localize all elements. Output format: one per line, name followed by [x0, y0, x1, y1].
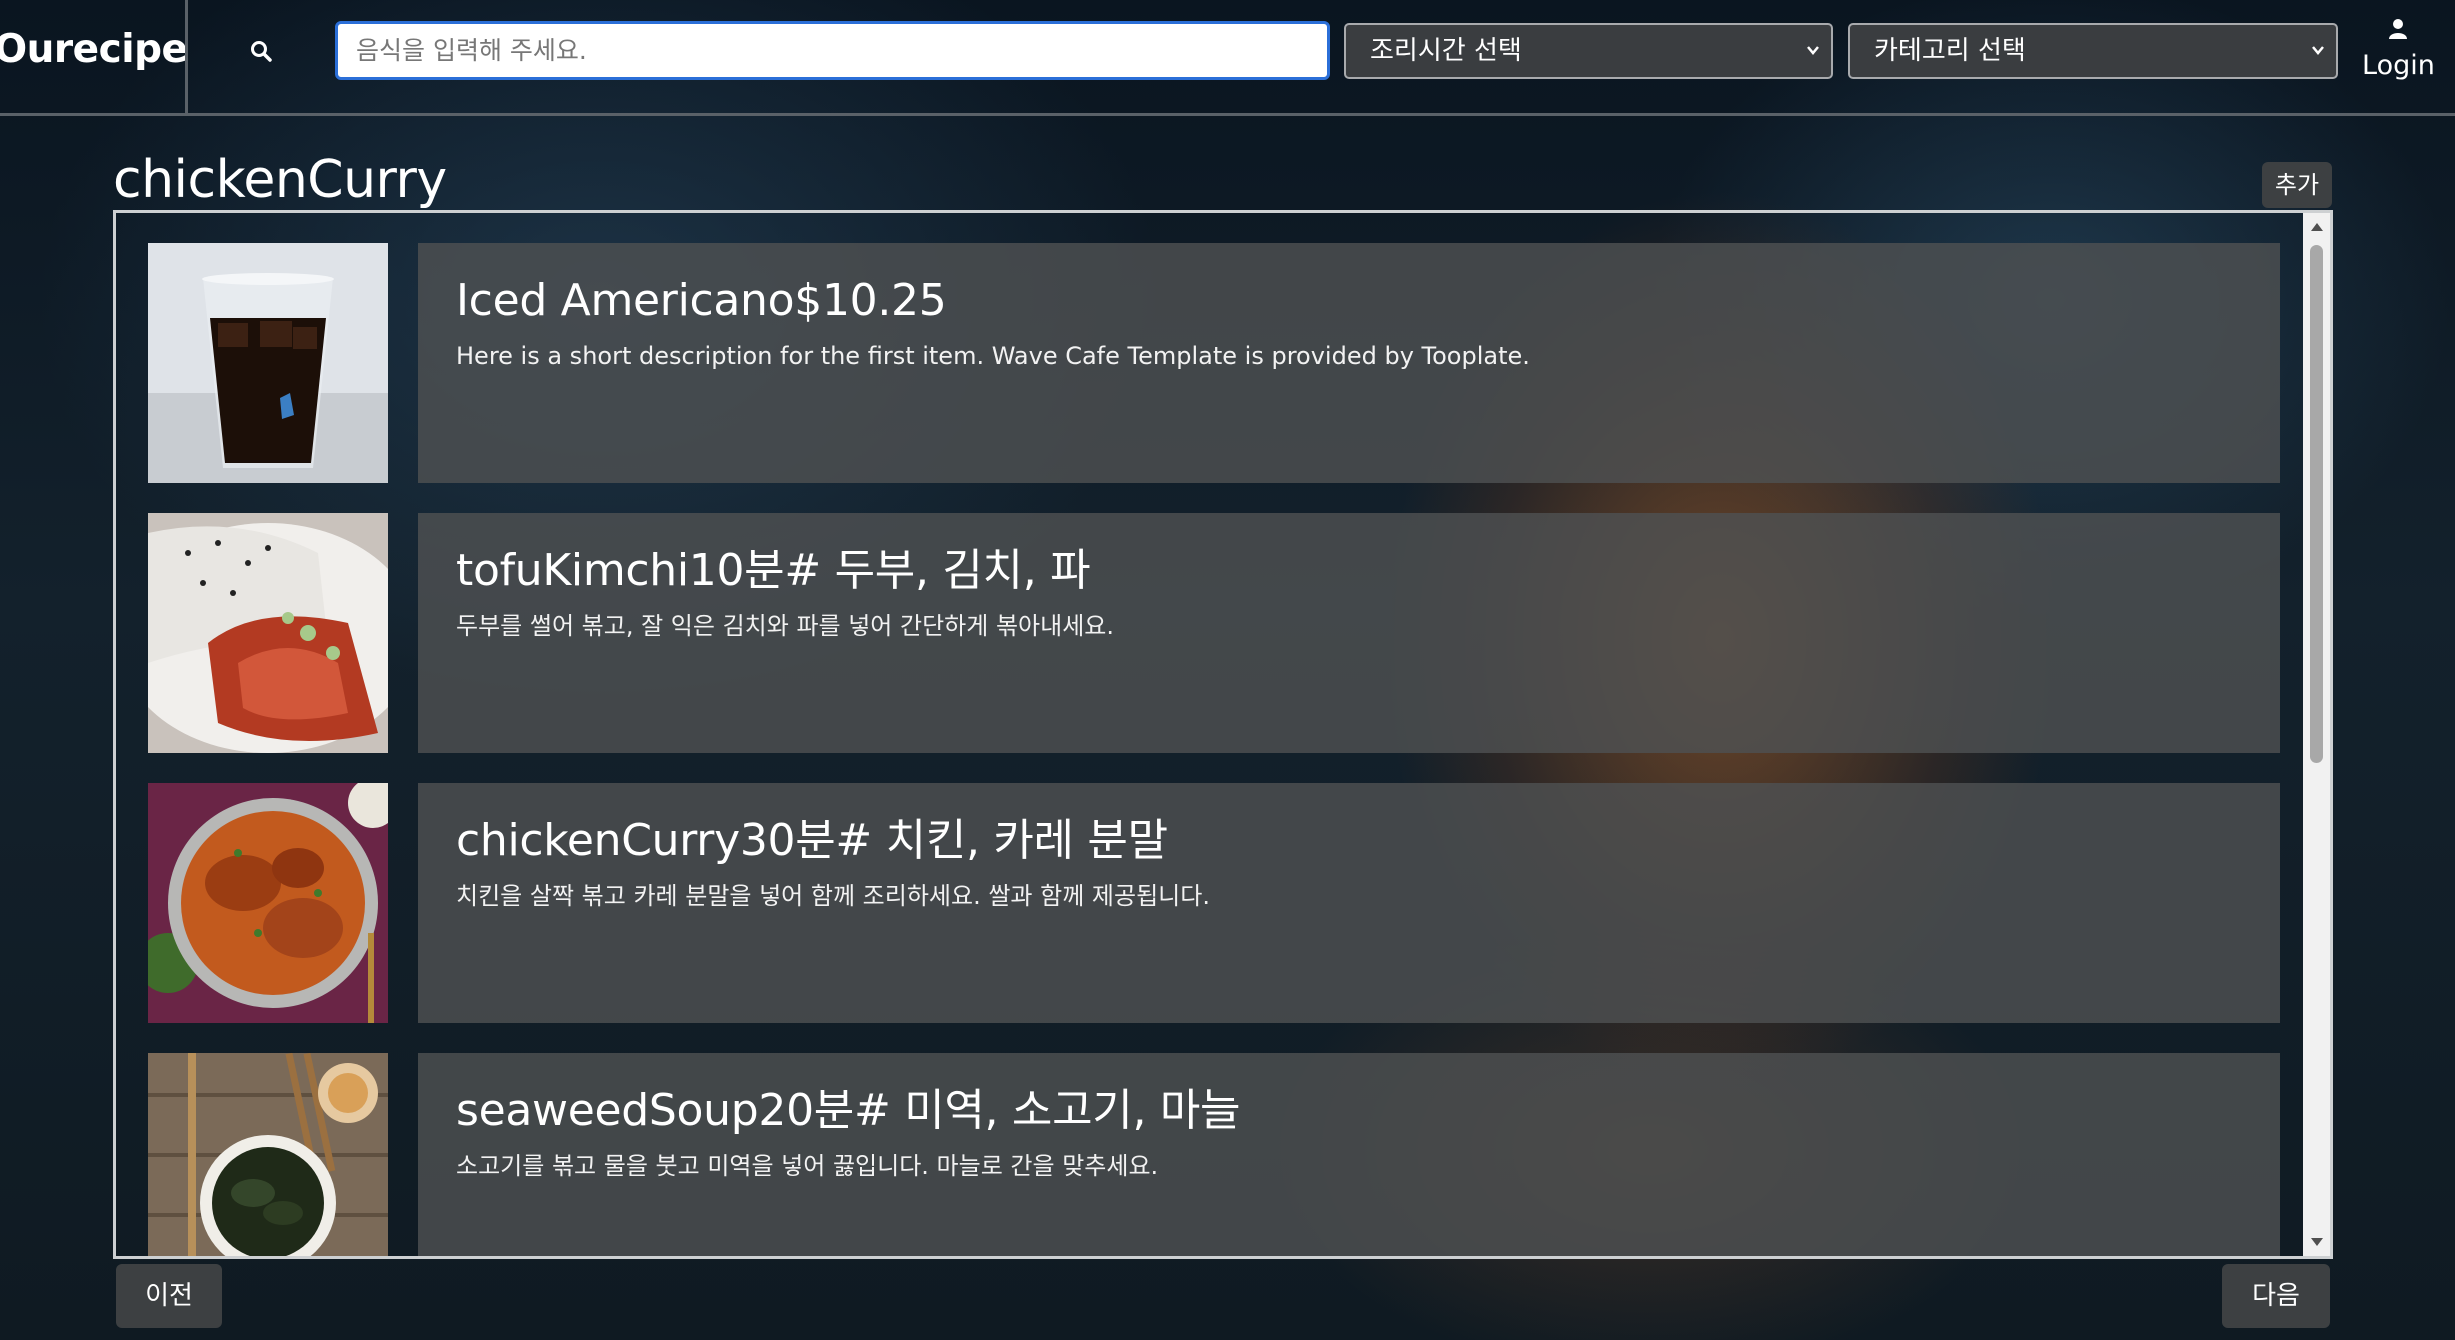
- seaweed-soup-image: [148, 1053, 388, 1256]
- category-select[interactable]: 카테고리 선택: [1848, 23, 2338, 79]
- list-item[interactable]: Iced Americano$10.25 Here is a short des…: [116, 243, 2306, 483]
- recipe-list-panel: Iced Americano$10.25 Here is a short des…: [113, 210, 2333, 1259]
- item-title: chickenCurry30분# 치킨, 카레 분말: [456, 815, 1168, 866]
- list-item-body: tofuKimchi10분# 두부, 김치, 파 두부를 썰어 볶고, 잘 익은…: [418, 513, 2280, 753]
- nav-divider: [185, 0, 188, 116]
- tofu-kimchi-image: [148, 513, 388, 753]
- login-label: Login: [2362, 50, 2435, 81]
- item-description: 소고기를 볶고 물을 붓고 미역을 넣어 끓입니다. 마늘로 간을 맞추세요.: [456, 1152, 1159, 1180]
- item-description: 치킨을 살짝 볶고 카레 분말을 넣어 함께 조리하세요. 쌀과 함께 제공됩니…: [456, 882, 1210, 910]
- item-description: 두부를 썰어 볶고, 잘 익은 김치와 파를 넣어 간단하게 볶아내세요.: [456, 612, 1114, 640]
- cooking-time-select-label: 조리시간 선택: [1370, 36, 1522, 66]
- site-logo[interactable]: Ourecipe: [0, 20, 188, 80]
- iced-coffee-image: [148, 243, 388, 483]
- list-item[interactable]: chickenCurry30분# 치킨, 카레 분말 치킨을 살짝 볶고 카레 …: [116, 783, 2306, 1023]
- search-input[interactable]: [335, 21, 1330, 80]
- top-nav-bar: Ourecipe 조리시간 선택 카테고리 선택 Login: [0, 0, 2455, 116]
- list-item-body: seaweedSoup20분# 미역, 소고기, 마늘 소고기를 볶고 물을 붓…: [418, 1053, 2280, 1256]
- list-item-body: Iced Americano$10.25 Here is a short des…: [418, 243, 2280, 483]
- item-title: tofuKimchi10분# 두부, 김치, 파: [456, 545, 1091, 596]
- user-icon: [2389, 19, 2407, 39]
- chevron-down-icon: [2310, 25, 2326, 95]
- recipe-list[interactable]: Iced Americano$10.25 Here is a short des…: [116, 213, 2306, 1256]
- scrollbar-thumb[interactable]: [2310, 245, 2323, 763]
- scroll-up-arrow-icon[interactable]: [2303, 215, 2330, 239]
- chicken-curry-image: [148, 783, 388, 1023]
- cooking-time-select[interactable]: 조리시간 선택: [1344, 23, 1833, 79]
- category-select-label: 카테고리 선택: [1874, 36, 2026, 66]
- add-button[interactable]: 추가: [2262, 162, 2332, 208]
- search-icon: [251, 41, 272, 62]
- list-item[interactable]: tofuKimchi10분# 두부, 김치, 파 두부를 썰어 볶고, 잘 익은…: [116, 513, 2306, 753]
- chevron-down-icon: [1805, 25, 1821, 95]
- scroll-down-arrow-icon[interactable]: [2303, 1230, 2330, 1254]
- list-item[interactable]: seaweedSoup20분# 미역, 소고기, 마늘 소고기를 볶고 물을 붓…: [116, 1053, 2306, 1256]
- item-title: Iced Americano$10.25: [456, 275, 947, 326]
- list-scrollbar[interactable]: [2303, 213, 2330, 1256]
- item-description: Here is a short description for the firs…: [456, 342, 1530, 370]
- page-title: chickenCurry: [113, 150, 447, 210]
- login-button[interactable]: Login: [2362, 18, 2435, 88]
- search-button[interactable]: [236, 26, 286, 76]
- list-item-body: chickenCurry30분# 치킨, 카레 분말 치킨을 살짝 볶고 카레 …: [418, 783, 2280, 1023]
- item-title: seaweedSoup20분# 미역, 소고기, 마늘: [456, 1085, 1241, 1136]
- prev-page-button[interactable]: 이전: [116, 1264, 222, 1328]
- next-page-button[interactable]: 다음: [2222, 1264, 2330, 1328]
